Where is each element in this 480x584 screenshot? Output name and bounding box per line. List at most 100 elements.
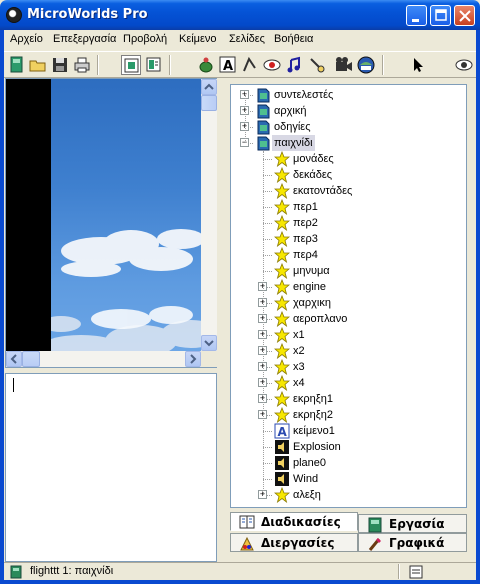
tree-item-label: engine xyxy=(293,281,327,293)
sound-icon xyxy=(274,471,290,487)
scroll-up-button[interactable] xyxy=(201,79,217,95)
tree-item[interactable]: + οδηγίες xyxy=(231,119,461,135)
tab-processes[interactable]: Διεργασίες xyxy=(230,533,358,552)
turtle-star-icon xyxy=(273,166,291,184)
window-frame-left xyxy=(0,30,4,584)
music-icon[interactable] xyxy=(284,55,304,75)
tab-procedures[interactable]: Διαδικασίες xyxy=(230,512,358,531)
project-tree[interactable]: + συντελεστές + αρχική + οδηγίες − παιχνίδι μονά… xyxy=(230,84,467,508)
tree-item[interactable]: μηνυμα xyxy=(231,262,461,280)
tree-item[interactable]: περ3 xyxy=(231,230,461,248)
tree-item-label: x2 xyxy=(293,345,305,357)
tree-item[interactable]: δεκάδες xyxy=(231,166,461,184)
tab-graphics[interactable]: Γραφικά xyxy=(358,533,467,552)
tree-item[interactable]: + engine xyxy=(231,278,461,296)
turtle-icon[interactable] xyxy=(196,55,216,75)
menu-view[interactable]: Προβολή xyxy=(123,33,167,45)
tree-item[interactable]: + αρχική xyxy=(231,103,461,119)
menu-edit[interactable]: Επεξεργασία xyxy=(53,33,116,45)
project-canvas[interactable] xyxy=(5,78,217,368)
tree-item[interactable]: μονάδες xyxy=(231,150,461,168)
scroll-left-button[interactable] xyxy=(6,351,22,367)
tree-item[interactable]: + εκρηξη2 xyxy=(231,406,461,424)
close-button[interactable] xyxy=(454,5,475,26)
tree-item-label: εκρηξη2 xyxy=(293,409,333,421)
tree-item[interactable]: Wind xyxy=(231,471,461,487)
tree-item-label: x1 xyxy=(293,329,305,341)
sound-icon xyxy=(274,439,290,455)
new-page-icon[interactable] xyxy=(7,55,27,75)
tree-item-label: χαρχικη xyxy=(293,297,331,309)
tree-item-label: plane0 xyxy=(293,457,327,469)
tree-item[interactable]: + x2 xyxy=(231,342,461,360)
page-status-icon xyxy=(10,565,22,579)
tree-item[interactable]: περ1 xyxy=(231,198,461,216)
sky-background-image xyxy=(51,79,201,351)
vertical-scroll-thumb[interactable] xyxy=(201,95,217,111)
canvas-horizontal-scrollbar[interactable] xyxy=(6,351,201,367)
horizontal-scroll-thumb[interactable] xyxy=(22,351,40,367)
tree-item[interactable]: plane0 xyxy=(231,455,461,471)
view-project-icon[interactable] xyxy=(121,55,141,75)
tree-item[interactable]: + συντελεστές xyxy=(231,87,461,103)
menu-bar: Αρχείο Επεξεργασία Προβολή Κείμενο Σελίδ… xyxy=(4,30,476,50)
scroll-down-button[interactable] xyxy=(201,335,217,351)
tab-project[interactable]: Εργασία xyxy=(358,514,467,533)
tree-item[interactable]: + χαρχικη xyxy=(231,294,461,312)
maximize-button[interactable] xyxy=(430,5,451,26)
text-box-icon[interactable]: A xyxy=(218,55,238,75)
menu-file[interactable]: Αρχείο xyxy=(10,33,43,45)
menu-pages[interactable]: Σελίδες xyxy=(229,33,265,45)
painting-icon[interactable] xyxy=(356,55,376,75)
video-icon[interactable] xyxy=(334,55,354,75)
tree-item-label: μηνυμα xyxy=(293,265,330,277)
sound-icon xyxy=(274,455,290,471)
pointer-icon[interactable] xyxy=(408,55,428,75)
print-icon[interactable] xyxy=(72,55,92,75)
button-tool-icon[interactable] xyxy=(262,55,282,75)
notepad-icon[interactable] xyxy=(409,565,423,579)
view-card-icon[interactable] xyxy=(144,55,164,75)
title-bar[interactable]: MicroWorlds Pro xyxy=(0,0,480,30)
turtle-star-icon xyxy=(273,390,291,408)
tree-item[interactable]: περ2 xyxy=(231,214,461,232)
command-center[interactable] xyxy=(5,373,217,562)
minimize-button[interactable] xyxy=(406,5,427,26)
turtle-star-icon xyxy=(273,278,291,296)
tree-item[interactable]: περ4 xyxy=(231,246,461,264)
page-icon xyxy=(255,119,271,135)
menu-text[interactable]: Κείμενο xyxy=(179,33,217,45)
tree-item-label: περ3 xyxy=(293,233,318,245)
tree-item[interactable]: εκατοντάδες xyxy=(231,182,461,200)
tree-item-label: οδηγίες xyxy=(274,121,311,133)
tree-item[interactable]: + x1 xyxy=(231,326,461,344)
tree-item-label: περ2 xyxy=(293,217,318,229)
window-title: MicroWorlds Pro xyxy=(27,7,148,22)
open-folder-icon[interactable] xyxy=(28,55,48,75)
turtle-star-icon xyxy=(273,486,291,504)
save-icon[interactable] xyxy=(50,55,70,75)
tree-item[interactable]: + αλεξη xyxy=(231,486,461,504)
app-icon[interactable] xyxy=(6,7,22,23)
page-icon xyxy=(255,135,271,151)
tree-item[interactable]: + αεροπλανο xyxy=(231,310,461,328)
tree-item-label: Wind xyxy=(293,473,319,485)
menu-help[interactable]: Βοήθεια xyxy=(274,33,313,45)
tree-item[interactable]: + εκρηξη1 xyxy=(231,390,461,408)
canvas-vertical-scrollbar[interactable] xyxy=(201,79,217,351)
tree-item[interactable]: Explosion xyxy=(231,439,461,455)
tree-item-label: περ4 xyxy=(293,249,318,261)
turtle-star-icon xyxy=(273,326,291,344)
tree-item[interactable]: − παιχνίδι xyxy=(231,135,461,151)
shapes-icon[interactable] xyxy=(240,55,260,75)
slider-tool-icon[interactable] xyxy=(307,55,327,75)
tree-item[interactable]: Aκείμενο1 xyxy=(231,423,461,439)
tree-item-label: x3 xyxy=(293,361,305,373)
tree-item-label: αλεξη xyxy=(293,489,321,501)
tree-item[interactable]: + x3 xyxy=(231,358,461,376)
eye-icon[interactable] xyxy=(454,55,474,75)
tree-item[interactable]: + x4 xyxy=(231,374,461,392)
turtle-star-icon xyxy=(273,406,291,424)
turtle-star-icon xyxy=(273,230,291,248)
scroll-right-button[interactable] xyxy=(185,351,201,367)
